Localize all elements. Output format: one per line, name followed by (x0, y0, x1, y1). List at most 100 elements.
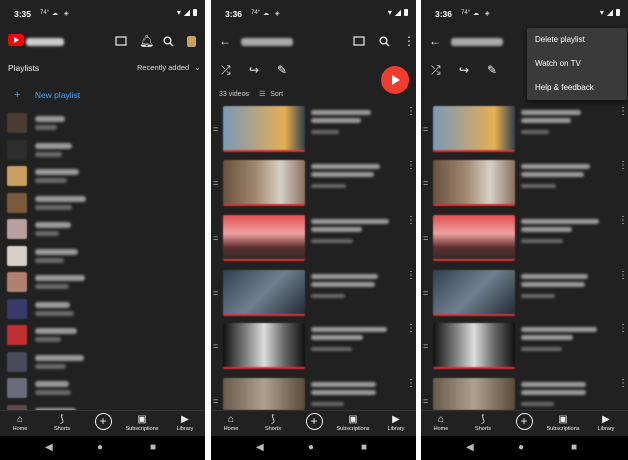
play-all-button[interactable] (381, 66, 409, 94)
playlist-row[interactable] (0, 245, 205, 269)
kebab-icon[interactable]: ⋮ (406, 160, 416, 171)
drag-handle-icon[interactable]: = (423, 124, 428, 134)
sys-back-icon[interactable]: ◀ (466, 442, 474, 453)
drag-handle-icon[interactable]: = (213, 288, 218, 298)
video-thumbnail[interactable] (223, 323, 305, 369)
kebab-icon[interactable]: ⋮ (406, 378, 416, 389)
video-row[interactable]: = ⋮ (421, 160, 628, 208)
kebab-icon[interactable]: ⋮ (618, 378, 628, 389)
video-row[interactable]: = ⋮ (421, 106, 628, 154)
nav-home[interactable]: ⌂ Home (213, 414, 249, 432)
video-row[interactable]: = ⋮ (211, 160, 416, 208)
menu-item-watch-on-tv[interactable]: Watch on TV (527, 52, 627, 76)
playlist-row[interactable] (0, 218, 205, 242)
video-thumbnail[interactable] (433, 160, 515, 206)
back-icon[interactable]: ← (429, 35, 441, 47)
search-icon[interactable] (379, 36, 390, 47)
video-row[interactable]: = ⋮ (211, 215, 416, 263)
nav-home[interactable]: ⌂ Home (2, 414, 38, 432)
sys-recents-icon[interactable]: ■ (150, 442, 156, 453)
new-playlist-button[interactable]: + New playlist (14, 89, 80, 101)
video-thumbnail[interactable] (433, 106, 515, 152)
kebab-icon[interactable]: ⋮ (406, 215, 416, 226)
playlist-row[interactable] (0, 377, 205, 401)
sys-home-icon[interactable]: ● (308, 442, 314, 453)
video-row[interactable]: = ⋮ (211, 270, 416, 318)
sys-recents-icon[interactable]: ■ (571, 442, 577, 453)
drag-handle-icon[interactable]: = (213, 341, 218, 351)
share-icon[interactable]: ↪ (249, 64, 259, 76)
playlist-row[interactable] (0, 112, 205, 136)
playlist-row[interactable] (0, 324, 205, 348)
nav-subscriptions[interactable]: ▣ Subscriptions (545, 414, 581, 432)
video-thumbnail[interactable] (433, 323, 515, 369)
edit-icon[interactable]: ✎ (487, 64, 497, 76)
nav-shorts[interactable]: ⟆ Shorts (44, 414, 80, 432)
video-thumbnail[interactable] (433, 270, 515, 316)
nav-create[interactable]: + (296, 413, 332, 430)
video-row[interactable]: = ⋮ (211, 323, 416, 371)
drag-handle-icon[interactable]: = (423, 396, 428, 406)
drag-handle-icon[interactable]: = (213, 178, 218, 188)
search-icon[interactable] (163, 36, 174, 47)
kebab-icon[interactable]: ⋮ (403, 35, 415, 47)
nav-library[interactable]: ▶ Library (378, 414, 414, 432)
menu-item-help-feedback[interactable]: Help & feedback (527, 76, 627, 100)
nav-create[interactable]: + (506, 413, 542, 430)
video-row[interactable]: = ⋮ (421, 323, 628, 371)
cast-icon[interactable] (115, 36, 127, 46)
drag-handle-icon[interactable]: = (213, 233, 218, 243)
sys-home-icon[interactable]: ● (97, 442, 103, 453)
cast-icon[interactable] (353, 36, 365, 46)
drag-handle-icon[interactable]: = (423, 233, 428, 243)
video-row[interactable]: = ⋮ (211, 106, 416, 154)
shuffle-icon[interactable]: ⤮ (431, 64, 441, 76)
video-thumbnail[interactable] (223, 106, 305, 152)
kebab-icon[interactable]: ⋮ (618, 323, 628, 334)
video-thumbnail[interactable] (223, 378, 305, 410)
nav-shorts[interactable]: ⟆ Shorts (465, 414, 501, 432)
kebab-icon[interactable]: ⋮ (618, 106, 628, 117)
playlist-row[interactable] (0, 351, 205, 375)
video-thumbnail[interactable] (223, 160, 305, 206)
nav-library[interactable]: ▶ Library (588, 414, 624, 432)
sys-back-icon[interactable]: ◀ (256, 442, 264, 453)
nav-shorts[interactable]: ⟆ Shorts (255, 414, 291, 432)
edit-icon[interactable]: ✎ (277, 64, 287, 76)
menu-item-delete-playlist[interactable]: Delete playlist (527, 28, 627, 52)
playlist-row[interactable] (0, 271, 205, 295)
video-row[interactable]: = ⋮ (421, 270, 628, 318)
video-thumbnail[interactable] (223, 270, 305, 316)
kebab-icon[interactable]: ⋮ (618, 215, 628, 226)
kebab-icon[interactable]: ⋮ (406, 106, 416, 117)
nav-create[interactable]: + (85, 413, 121, 430)
nav-subscriptions[interactable]: ▣ Subscriptions (124, 414, 160, 432)
sys-recents-icon[interactable]: ■ (361, 442, 367, 453)
playlist-row[interactable] (0, 298, 205, 322)
youtube-logo[interactable] (8, 34, 24, 46)
playlist-row[interactable] (0, 139, 205, 163)
share-icon[interactable]: ↪ (459, 64, 469, 76)
nav-subscriptions[interactable]: ▣ Subscriptions (335, 414, 371, 432)
shuffle-icon[interactable]: ⤮ (221, 64, 231, 76)
drag-handle-icon[interactable]: = (213, 124, 218, 134)
nav-home[interactable]: ⌂ Home (423, 414, 459, 432)
kebab-icon[interactable]: ⋮ (406, 323, 416, 334)
nav-library[interactable]: ▶ Library (167, 414, 203, 432)
sort-dropdown[interactable]: Recently added ⌄ (137, 63, 201, 72)
playlist-row[interactable] (0, 192, 205, 216)
drag-handle-icon[interactable]: = (423, 178, 428, 188)
bell-icon[interactable]: 🔔︎ (139, 35, 154, 47)
drag-handle-icon[interactable]: = (423, 341, 428, 351)
playlist-row[interactable] (0, 165, 205, 189)
kebab-icon[interactable]: ⋮ (618, 160, 628, 171)
kebab-icon[interactable]: ⋮ (406, 270, 416, 281)
video-thumbnail[interactable] (433, 378, 515, 410)
drag-handle-icon[interactable]: = (213, 396, 218, 406)
avatar[interactable] (187, 36, 196, 47)
drag-handle-icon[interactable]: = (423, 288, 428, 298)
sys-back-icon[interactable]: ◀ (45, 442, 53, 453)
kebab-icon[interactable]: ⋮ (618, 270, 628, 281)
sys-home-icon[interactable]: ● (518, 442, 524, 453)
back-icon[interactable]: ← (219, 35, 231, 47)
